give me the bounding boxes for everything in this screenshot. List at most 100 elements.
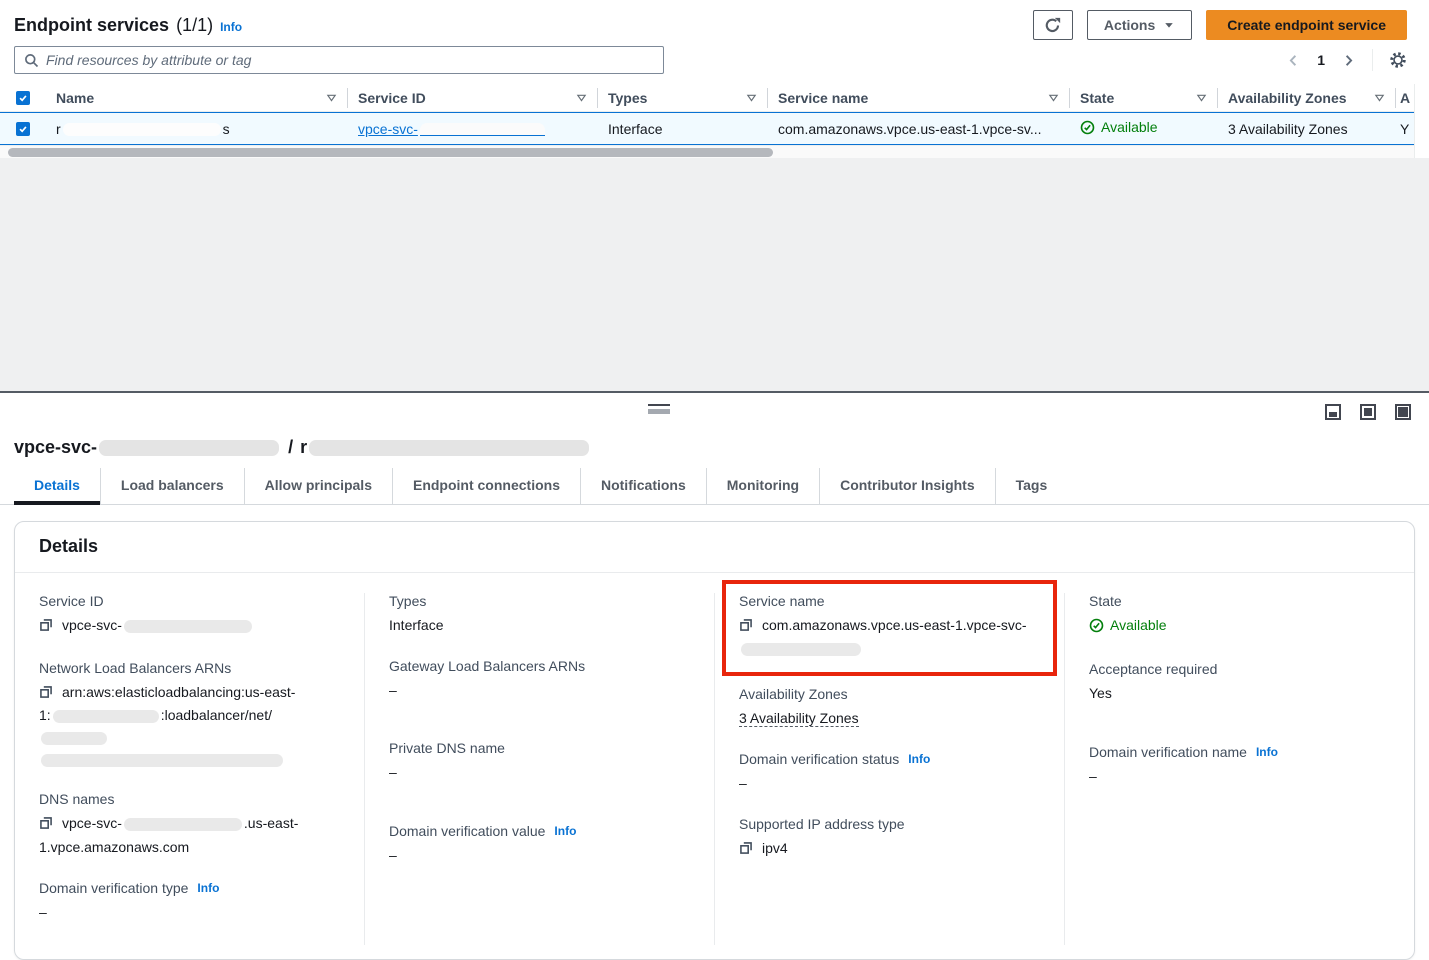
copy-icon[interactable] [39, 815, 53, 837]
row-checkbox-checked[interactable] [16, 122, 30, 136]
tab-details[interactable]: Details [14, 468, 100, 504]
sort-icon[interactable] [746, 92, 757, 103]
column-header-acceptance-partial[interactable]: A [1396, 88, 1414, 108]
field-label: Network Load Balancers ARNs [39, 660, 340, 676]
detail-title-name-prefix: r [300, 437, 307, 458]
detail-tabs: Details Load balancers Allow principals … [0, 468, 1429, 505]
sort-icon[interactable] [1048, 92, 1059, 103]
select-all-checkbox[interactable] [0, 88, 46, 108]
details-column-4: State Available Acceptance required Yes [1064, 593, 1414, 945]
field-supported-ip-type: Supported IP address type ipv4 [739, 816, 1040, 862]
service-id-link[interactable]: vpce-svc- [358, 121, 418, 137]
row-state-cell: Available [1070, 119, 1218, 138]
row-service-id-cell: vpce-svc- [348, 121, 598, 137]
column-header-types[interactable]: Types [598, 88, 768, 108]
info-link[interactable]: Info [908, 752, 930, 766]
sort-icon[interactable] [326, 92, 337, 103]
column-header-service-id[interactable]: Service ID [348, 88, 598, 108]
table-header-row: Name Service ID Types Service name State… [0, 84, 1414, 112]
empty-value: – [389, 845, 690, 867]
field-nlb-arns: Network Load Balancers ARNs arn:aws:elas… [39, 660, 340, 771]
dns-name-mid: .us-east- [244, 815, 298, 831]
search-input[interactable] [46, 52, 654, 68]
row-name-suffix: s [223, 121, 230, 137]
details-card: Details Service ID vpce-svc- Network Loa… [14, 521, 1415, 960]
column-header-name[interactable]: Name [46, 88, 348, 108]
nlb-arn-line2: 1::loadbalancer/net/ [39, 705, 340, 748]
actions-button-label: Actions [1104, 17, 1155, 33]
field-service-id: Service ID vpce-svc- [39, 593, 340, 639]
checkbox-checked-icon[interactable] [16, 91, 30, 105]
row-name-prefix: r [56, 121, 61, 137]
prev-page-icon[interactable] [1286, 53, 1301, 68]
preferences-gear-icon[interactable] [1389, 51, 1407, 69]
search-box [14, 46, 664, 74]
field-glb-arns: Gateway Load Balancers ARNs – [389, 658, 690, 702]
availability-zones-popover-link[interactable]: 3 Availability Zones [1228, 121, 1348, 137]
actions-button[interactable]: Actions [1087, 10, 1192, 40]
info-link[interactable]: Info [197, 881, 219, 895]
field-label: Supported IP address type [739, 816, 1040, 832]
field-label: Service ID [39, 593, 340, 609]
tab-allow-principals[interactable]: Allow principals [244, 468, 392, 504]
page-title: Endpoint services [14, 15, 169, 36]
field-label: Domain verification value [389, 823, 545, 839]
row-service-name-cell: com.amazonaws.vpce.us-east-1.vpce-sv... [768, 121, 1070, 137]
redacted-service-id[interactable] [420, 123, 545, 136]
details-column-3: Service name com.amazonaws.vpce.us-east-… [714, 593, 1064, 945]
copy-icon[interactable] [39, 684, 53, 706]
tab-endpoint-connections[interactable]: Endpoint connections [392, 468, 580, 504]
empty-value: – [1089, 766, 1390, 788]
panel-size-small-icon[interactable] [1325, 404, 1341, 420]
column-header-state[interactable]: State [1070, 88, 1218, 108]
table-row[interactable]: rs vpce-svc- Interface com.amazonaws.vpc… [0, 112, 1414, 145]
availability-zones-popover-link[interactable]: 3 Availability Zones [739, 710, 859, 727]
column-header-availability-zones[interactable]: Availability Zones [1218, 88, 1396, 108]
info-link[interactable]: Info [554, 824, 576, 838]
field-private-dns-name: Private DNS name – [389, 740, 690, 784]
copy-icon[interactable] [739, 617, 753, 639]
column-header-service-name[interactable]: Service name [768, 88, 1070, 108]
service-name-value: com.amazonaws.vpce.us-east-1.vpce-svc- [762, 615, 1027, 637]
copy-icon[interactable] [739, 840, 753, 862]
refresh-icon [1044, 17, 1061, 34]
refresh-button[interactable] [1033, 10, 1073, 40]
nlb-arn-line1: arn:aws:elasticloadbalancing:us-east- [62, 682, 295, 704]
panel-size-medium-icon[interactable] [1360, 404, 1376, 420]
sort-icon[interactable] [1196, 92, 1207, 103]
split-panel-drag-handle[interactable] [648, 404, 670, 414]
next-page-icon[interactable] [1341, 53, 1356, 68]
state-available-label: Available [1110, 615, 1167, 637]
list-header: Endpoint services (1/1) Info Actions Cre… [0, 0, 1429, 44]
tab-contributor-insights[interactable]: Contributor Insights [819, 468, 995, 504]
field-domain-verification-value: Domain verification value Info – [389, 823, 690, 867]
title-info-link[interactable]: Info [220, 20, 242, 34]
current-page[interactable]: 1 [1313, 52, 1329, 68]
tab-load-balancers[interactable]: Load balancers [100, 468, 244, 504]
detail-title-prefix: vpce-svc- [14, 437, 97, 458]
create-endpoint-service-button[interactable]: Create endpoint service [1206, 10, 1407, 40]
horizontal-scrollbar-thumb[interactable] [8, 148, 773, 157]
field-label: Service name [739, 593, 1040, 609]
tab-tags[interactable]: Tags [995, 468, 1068, 504]
field-label: Domain verification type [39, 880, 188, 896]
service-id-value-prefix: vpce-svc- [62, 617, 122, 633]
details-column-1: Service ID vpce-svc- Network Load Balanc… [15, 593, 364, 945]
detail-pane-title: vpce-svc- / r [0, 435, 1429, 468]
tab-monitoring[interactable]: Monitoring [706, 468, 819, 504]
list-toolbar: 1 [0, 44, 1429, 84]
sort-icon[interactable] [576, 92, 587, 103]
field-state: State Available [1089, 593, 1390, 640]
field-label: Availability Zones [739, 686, 1040, 702]
info-link[interactable]: Info [1256, 745, 1278, 759]
redacted-name [63, 123, 221, 136]
copy-icon[interactable] [39, 617, 53, 639]
column-label: Types [608, 90, 647, 106]
field-label: DNS names [39, 791, 340, 807]
ip-type-value: ipv4 [762, 838, 788, 860]
details-column-2: Types Interface Gateway Load Balancers A… [364, 593, 714, 945]
sort-icon[interactable] [1374, 92, 1385, 103]
horizontal-scrollbar[interactable] [0, 145, 1414, 158]
tab-notifications[interactable]: Notifications [580, 468, 706, 504]
panel-size-large-icon[interactable] [1395, 404, 1411, 420]
